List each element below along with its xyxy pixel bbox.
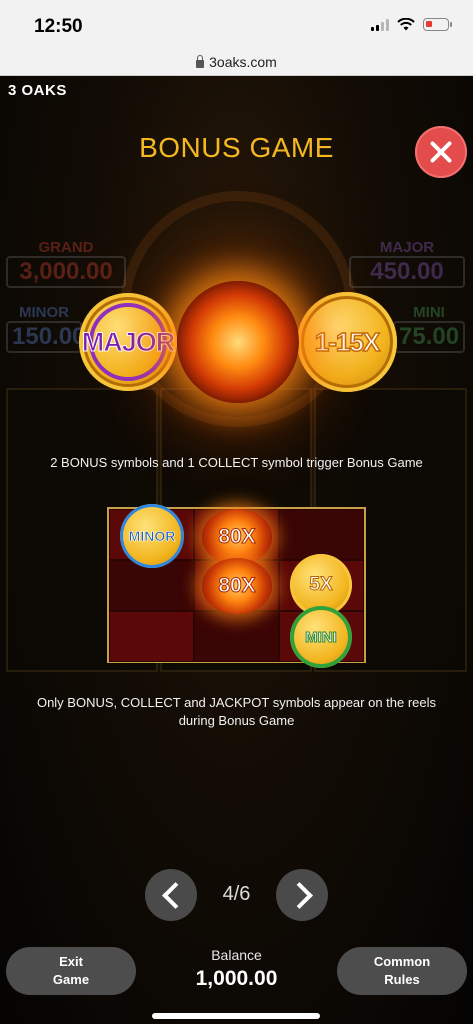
reels-caption: Only BONUS, COLLECT and JACKPOT symbols … — [36, 695, 437, 728]
sun-80x-bottom: 80X — [202, 558, 272, 614]
game-view: 3 OAKS GRAND 3,000.00 MAJOR 450.00 MINOR… — [0, 76, 473, 1024]
wifi-icon — [397, 18, 415, 31]
exit-game-label: Exit Game — [52, 954, 90, 987]
major-coin-label: MAJOR — [81, 326, 176, 357]
next-page-button[interactable] — [276, 869, 328, 921]
bg-jackpot-grand: GRAND 3,000.00 — [6, 239, 126, 288]
status-time: 12:50 — [34, 16, 83, 37]
bg-jackpot-mini: MINI 75.00 — [393, 304, 465, 353]
trigger-caption: 2 BONUS symbols and 1 COLLECT symbol tri… — [50, 455, 423, 470]
balance-value: 1,000.00 — [195, 967, 278, 990]
page-indicator: 4/6 — [222, 883, 251, 905]
multiplier-bonus-coin: 1-15X — [297, 292, 397, 392]
page-title: BONUS GAME — [139, 132, 334, 163]
reel-cell — [279, 509, 364, 560]
bg-jackpot-minor: MINOR 150.00 — [6, 304, 85, 353]
balance-label: Balance — [211, 947, 262, 963]
close-button[interactable] — [415, 126, 467, 178]
brand-logo: 3 OAKS — [8, 82, 67, 99]
exit-game-button[interactable]: Exit Game — [6, 947, 136, 995]
common-rules-button[interactable]: Common Rules — [337, 947, 467, 995]
url-text: 3oaks.com — [209, 53, 277, 70]
sun-80x-top: 80X — [202, 509, 272, 565]
status-icons — [371, 18, 452, 31]
minor-jackpot-coin: MINOR — [120, 504, 184, 568]
status-bar: 12:50 — [0, 0, 473, 48]
reel-cell — [109, 611, 194, 662]
lock-icon — [196, 54, 205, 68]
previous-page-button[interactable] — [145, 869, 197, 921]
url-bar[interactable]: 3oaks.com — [0, 48, 473, 76]
major-bonus-coin: MAJOR — [79, 293, 177, 391]
multiplier-coin-label: 1-15X — [314, 326, 381, 358]
bg-jackpot-major: MAJOR 450.00 — [349, 239, 465, 288]
mini-jackpot-coin: MINI — [290, 606, 352, 668]
balance-display: Balance 1,000.00 — [160, 947, 313, 991]
common-rules-label: Common Rules — [373, 954, 431, 987]
home-indicator — [152, 1013, 320, 1019]
signal-icon — [371, 18, 389, 31]
reel-cell — [194, 611, 279, 662]
collect-sun-symbol — [177, 281, 299, 403]
battery-icon — [423, 18, 452, 31]
